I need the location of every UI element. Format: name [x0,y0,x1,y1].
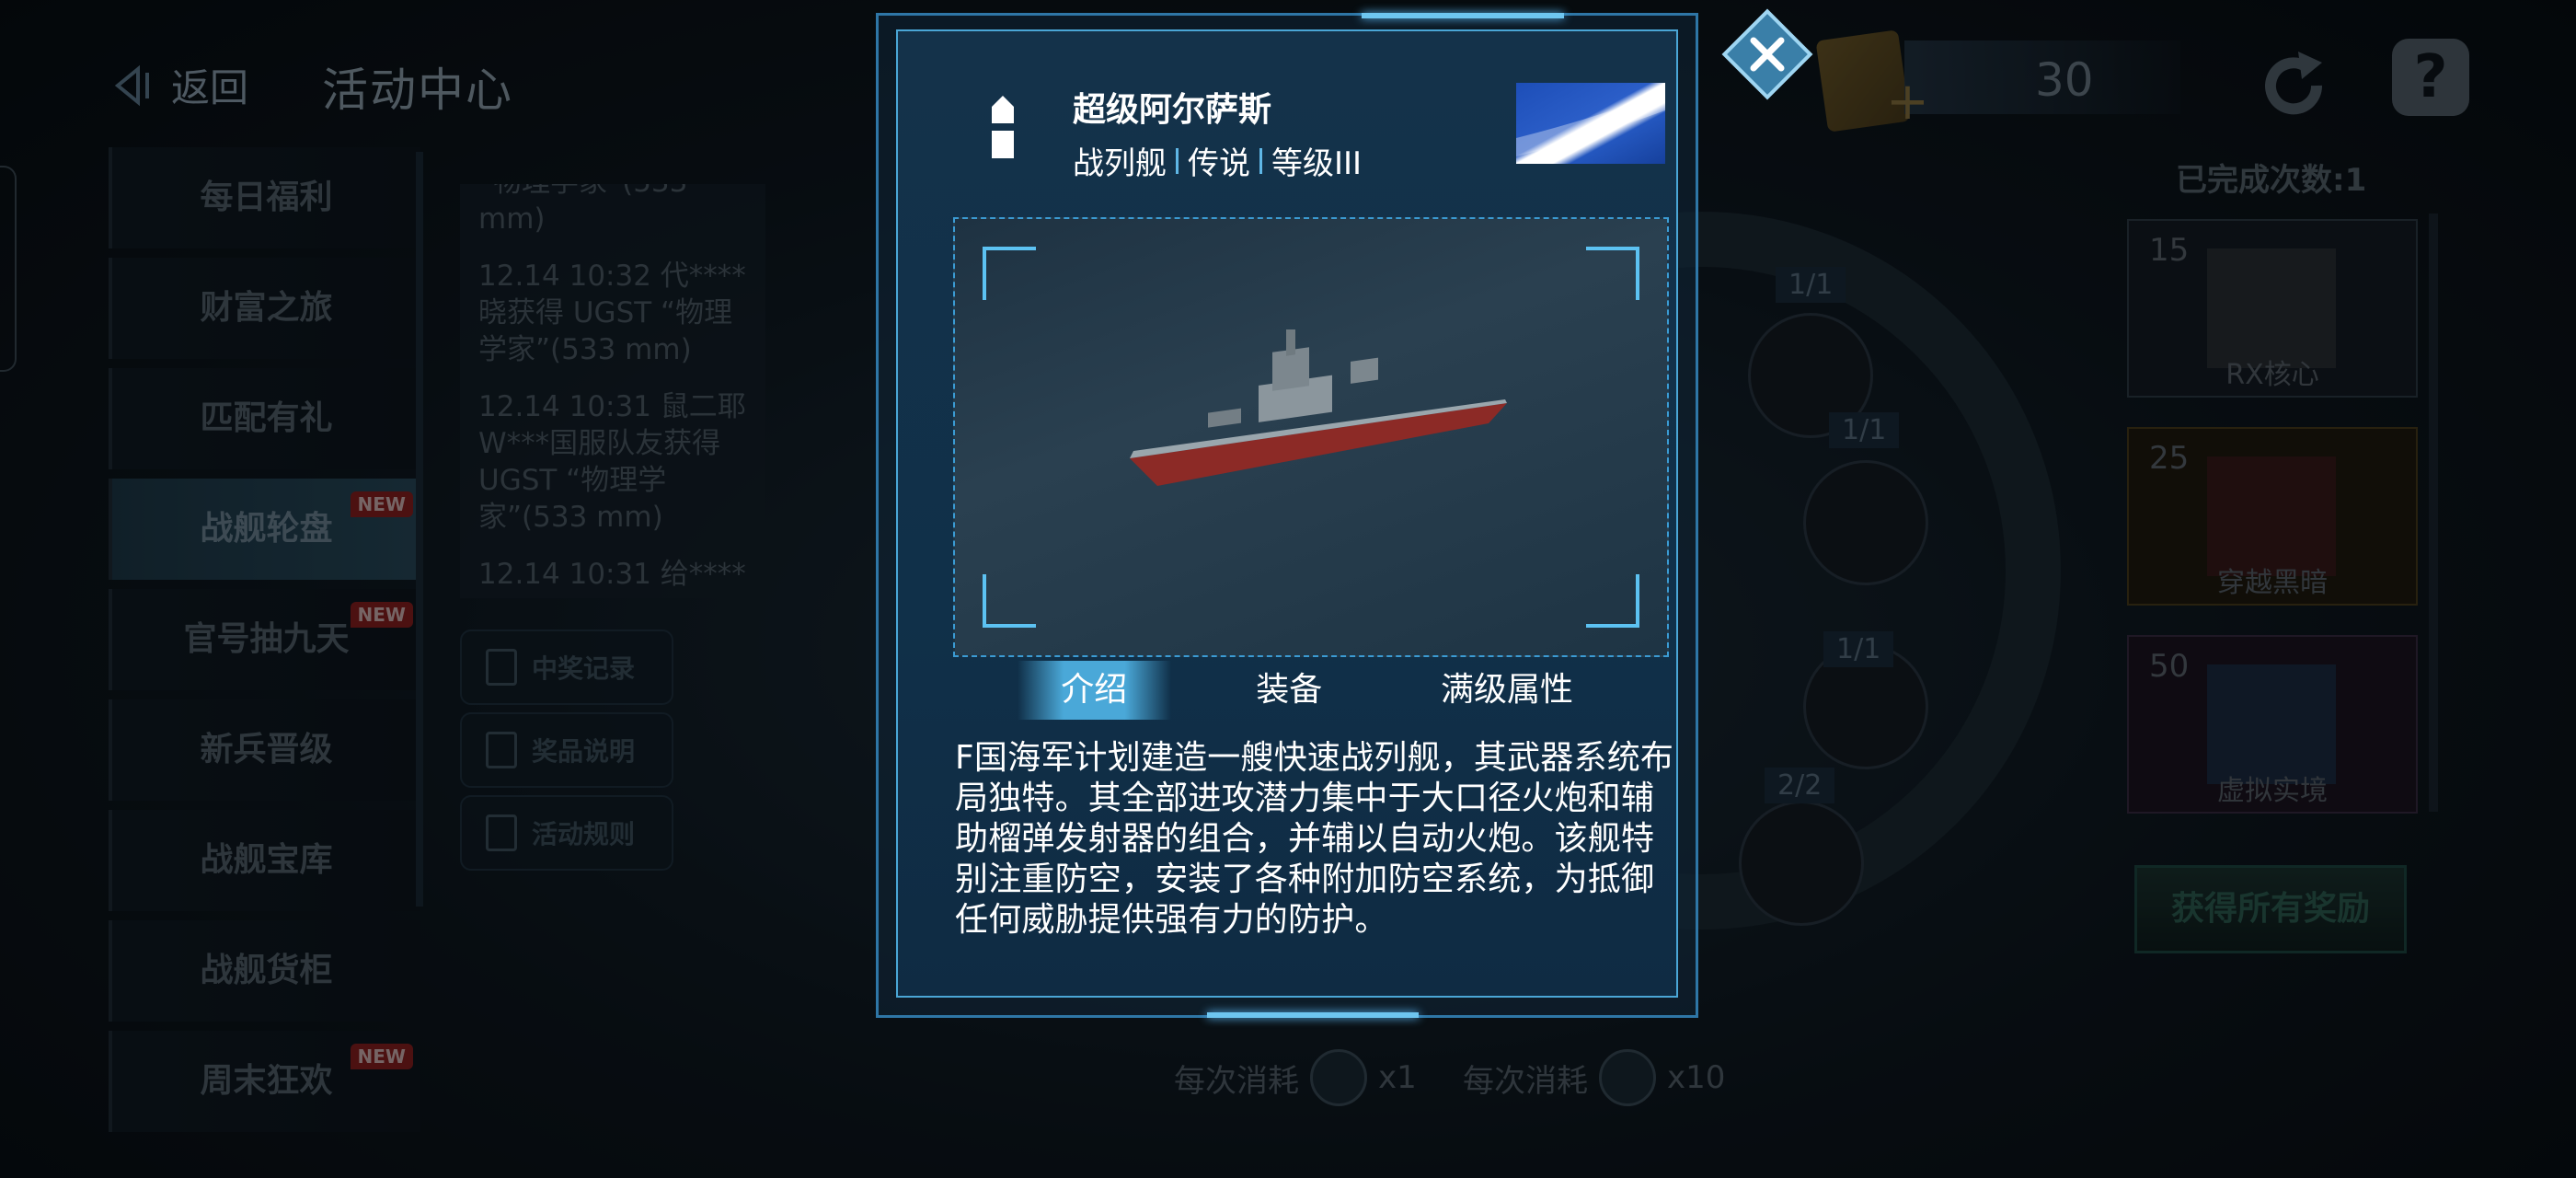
modal-body: 超级阿尔萨斯 战列舰 传说 等级III 介绍 装备 满级属性 F国海军计划建造一… [896,29,1678,998]
divider [1176,147,1179,174]
tab-equipment[interactable]: 装备 [1236,661,1344,720]
tab-intro[interactable]: 介绍 [1018,661,1171,720]
ship-meta: 战列舰 传说 等级III [1073,138,1362,183]
ship-tier: 等级III [1271,145,1363,182]
ship-detail-modal: 超级阿尔萨斯 战列舰 传说 等级III 介绍 装备 满级属性 F国海军计划建造一… [876,13,1698,1018]
frame-corner [983,574,1036,628]
nation-flag-icon [1516,83,1665,164]
frame-corner [1586,247,1639,300]
modal-glow [1207,1012,1419,1018]
ship-name: 超级阿尔萨斯 [1073,91,1272,129]
ship-type: 战列舰 [1073,145,1167,182]
ship-description: F国海军计划建造一艘快速战列舰，其武器系统布局独特。其全部进攻潜力集中于大口径火… [955,739,1674,939]
divider [1259,147,1262,174]
tab-max-stats[interactable]: 满级属性 [1417,661,1597,720]
battleship-class-icon [992,96,1014,158]
battleship-model-icon [1130,329,1507,486]
modal-tabs: 介绍 装备 满级属性 [1018,661,1597,720]
frame-corner [983,247,1036,300]
frame-corner [1586,574,1639,628]
modal-glow [1362,13,1564,18]
close-icon[interactable] [1713,0,1822,109]
ship-preview[interactable] [953,217,1669,657]
ship-rarity: 传说 [1188,145,1250,182]
